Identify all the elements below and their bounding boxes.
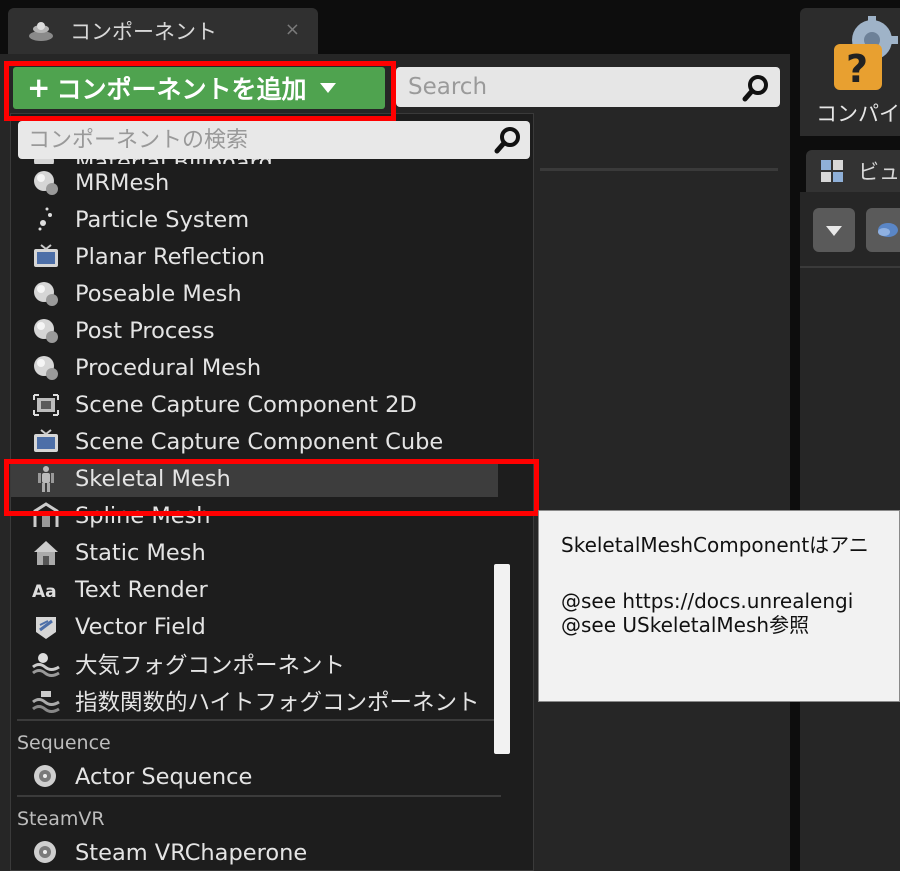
sphere-icon: [34, 355, 58, 380]
component-search-input[interactable]: [28, 127, 468, 153]
capture-icon: [33, 393, 59, 416]
tooltip-docs-link: @see https://docs.unrealengi: [561, 589, 854, 613]
panel-divider: [540, 168, 778, 171]
list-item-procedural-mesh[interactable]: Procedural Mesh: [11, 349, 531, 386]
list-item-particle-system[interactable]: Particle System: [11, 201, 531, 238]
list-item-label: Scene Capture Component Cube: [75, 428, 444, 455]
skeletal-mesh-tooltip: SkeletalMeshComponentはアニ @see https://do…: [538, 510, 900, 702]
viewport-tab[interactable]: ビュ: [806, 150, 900, 192]
text-aa-icon: Aa: [32, 582, 57, 602]
tooltip-description: SkeletalMeshComponentはアニ: [561, 533, 869, 557]
list-item-label: 大気フォグコンポーネント: [75, 652, 346, 679]
section-header-sequence: Sequence: [11, 721, 531, 758]
list-item-label: Static Mesh: [75, 539, 206, 566]
tv-icon: [34, 428, 58, 452]
add-component-button-label: コンポーネントを追加: [56, 75, 307, 104]
sphere-icon: [34, 170, 58, 195]
svg-text:?: ?: [846, 47, 868, 91]
skeletal-mesh-highlight-frame: [4, 459, 539, 516]
list-item-poseable-mesh[interactable]: Poseable Mesh: [11, 275, 531, 312]
viewport-options-button[interactable]: [813, 208, 855, 252]
list-item-label: Steam VRChaperone: [75, 839, 308, 866]
search-icon[interactable]: [494, 125, 524, 155]
components-tab-label: コンポーネント: [70, 20, 217, 44]
fog-icon: [32, 652, 60, 677]
section-title: SteamVR: [17, 808, 105, 830]
components-search-input[interactable]: [408, 74, 728, 100]
list-item-post-process[interactable]: Post Process: [11, 312, 531, 349]
list-item-label: Poseable Mesh: [75, 280, 242, 307]
list-item-label: Procedural Mesh: [75, 354, 262, 381]
list-item-atmospheric-fog[interactable]: 大気フォグコンポーネント: [11, 645, 531, 682]
compile-gear-question-icon[interactable]: ?: [830, 16, 900, 98]
add-component-button[interactable]: + コンポーネントを追加: [13, 67, 385, 109]
list-item-label: Planar Reflection: [75, 243, 266, 270]
close-icon[interactable]: ×: [285, 19, 300, 40]
list-item-scene-capture-cube[interactable]: Scene Capture Component Cube: [11, 423, 531, 460]
list-item-label: Post Process: [75, 317, 215, 344]
section-header-steamvr: SteamVR: [11, 797, 531, 834]
section-title: Sequence: [17, 732, 111, 754]
sequence-icon: [34, 840, 56, 863]
list-item-steam-vrchaperone[interactable]: Steam VRChaperone: [11, 834, 531, 870]
search-icon[interactable]: [742, 73, 772, 103]
list-item-text-render[interactable]: Aa Text Render: [11, 571, 531, 608]
list-item-vector-field[interactable]: Vector Field: [11, 608, 531, 645]
viewport-grid-icon: [821, 160, 843, 182]
viewport-view-mode-button[interactable]: [866, 208, 900, 252]
sphere-icon: [34, 318, 58, 343]
list-item-label: Particle System: [75, 206, 250, 233]
svg-text:Aa: Aa: [32, 582, 57, 602]
vector-field-icon: [36, 616, 56, 639]
list-item-label: MRMesh: [75, 169, 170, 196]
viewport-divider: [800, 266, 900, 268]
list-item-label: Scene Capture Component 2D: [75, 391, 417, 418]
compile-label: コンパイ: [816, 102, 900, 126]
tooltip-see-reference: @see USkeletalMesh参照: [561, 613, 810, 637]
house-icon: [34, 540, 58, 565]
height-fog-icon: [32, 690, 60, 713]
dropdown-search-box[interactable]: [18, 121, 530, 159]
components-search-box[interactable]: [396, 67, 780, 107]
chevron-down-icon: [826, 226, 842, 236]
list-item-planar-reflection[interactable]: Planar Reflection: [11, 238, 531, 275]
components-tab-icon: [29, 22, 53, 41]
particle-icon: [38, 207, 52, 230]
list-item-height-fog[interactable]: 指数関数的ハイトフォグコンポーネント: [11, 682, 531, 719]
list-item-static-mesh[interactable]: Static Mesh: [11, 534, 531, 571]
perspective-icon: [878, 223, 898, 237]
list-item-label: Actor Sequence: [75, 763, 253, 790]
tv-icon: [34, 243, 58, 267]
plus-icon: +: [27, 71, 51, 104]
list-item-label: 指数関数的ハイトフォグコンポーネント: [75, 689, 480, 716]
sequence-icon: [34, 764, 56, 787]
list-item-label: Vector Field: [75, 613, 206, 640]
list-item-mrmesh[interactable]: MRMesh: [11, 164, 531, 201]
sphere-icon: [34, 281, 58, 306]
list-item-label: Text Render: [75, 576, 208, 603]
components-tab[interactable]: コンポーネント ×: [8, 8, 318, 54]
chevron-down-icon: [320, 83, 337, 93]
dropdown-scrollbar[interactable]: [494, 564, 510, 754]
viewport-tab-label: ビュ: [858, 160, 900, 184]
list-item-scene-capture-2d[interactable]: Scene Capture Component 2D: [11, 386, 531, 423]
list-item-actor-sequence[interactable]: Actor Sequence: [11, 758, 531, 795]
